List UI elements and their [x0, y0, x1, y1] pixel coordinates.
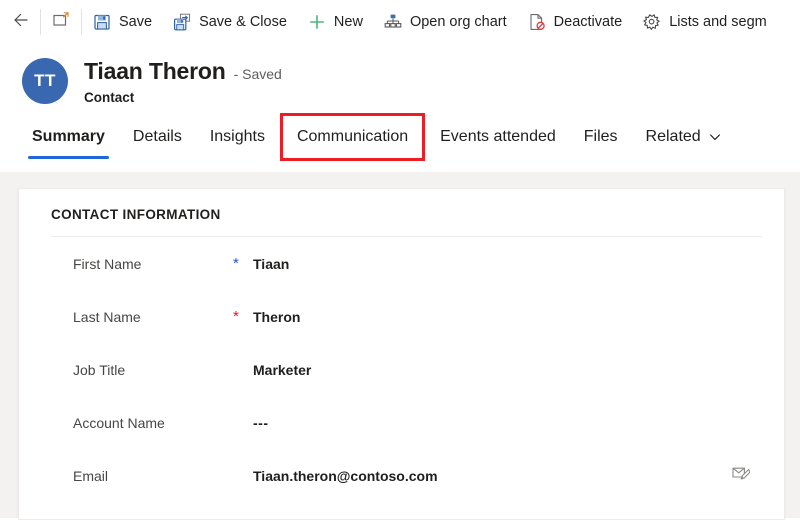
back-arrow-icon	[10, 10, 30, 35]
job-title-label: Job Title	[73, 361, 126, 378]
tab-files[interactable]: Files	[570, 116, 632, 158]
tab-related-label: Related	[645, 128, 701, 145]
save-and-close-button[interactable]: Save & Close	[162, 0, 297, 44]
tab-details-label: Details	[132, 128, 182, 145]
avatar: TT	[22, 58, 68, 104]
account-name-label: Account Name	[73, 414, 165, 431]
tab-bar: Summary Details Insights Communication E…	[0, 113, 800, 172]
open-in-new-window-button[interactable]	[41, 0, 81, 44]
last-name-label: Last Name	[73, 308, 141, 325]
section-title: CONTACT INFORMATION	[51, 207, 221, 222]
tab-files-label: Files	[583, 128, 618, 145]
tab-communication[interactable]: Communication	[279, 113, 426, 161]
page-title: Tiaan Theron	[84, 58, 226, 84]
tab-summary[interactable]: Summary	[18, 116, 119, 159]
email-label: Email	[73, 467, 109, 484]
tab-insights[interactable]: Insights	[196, 116, 279, 158]
command-bar: Save Save & Close New Open org chart Dea…	[0, 0, 800, 45]
lists-and-segments-icon	[642, 12, 662, 32]
field-row-email: Email Tiaan.theron@contoso.com	[35, 449, 762, 502]
entity-type-label: Contact	[84, 90, 135, 105]
deactivate-button-label: Deactivate	[553, 13, 623, 30]
account-name-value[interactable]: ---	[253, 415, 269, 431]
plus-icon	[307, 12, 327, 32]
save-icon	[92, 12, 112, 32]
org-chart-icon	[383, 12, 403, 32]
lists-and-segments-button[interactable]: Lists and segm	[632, 0, 777, 44]
email-value[interactable]: Tiaan.theron@contoso.com	[253, 468, 438, 484]
save-button[interactable]: Save	[82, 0, 162, 44]
compose-email-icon	[732, 465, 751, 486]
first-name-label: First Name	[73, 255, 142, 272]
first-name-value[interactable]: Tiaan	[253, 256, 289, 272]
new-button[interactable]: New	[297, 0, 373, 44]
save-and-close-button-label: Save & Close	[199, 13, 287, 30]
deactivate-button[interactable]: Deactivate	[517, 0, 633, 44]
lists-and-segments-button-label: Lists and segm	[669, 13, 767, 30]
field-row-last-name: Last Name * Theron	[35, 290, 762, 343]
form-body: CONTACT INFORMATION First Name * Tiaan L…	[0, 172, 800, 520]
tab-events-attended-label: Events attended	[440, 128, 556, 145]
job-title-value[interactable]: Marketer	[253, 362, 311, 378]
last-name-required-marker: *	[233, 308, 239, 325]
field-row-account-name: Account Name ---	[35, 396, 762, 449]
field-row-job-title: Job Title Marketer	[35, 343, 762, 396]
record-title-row: Tiaan Theron - Saved	[84, 58, 282, 85]
open-org-chart-button-label: Open org chart	[409, 13, 507, 30]
tab-insights-label: Insights	[209, 128, 265, 145]
save-button-label: Save	[119, 13, 153, 30]
tab-events-attended[interactable]: Events attended	[426, 116, 570, 158]
tab-communication-label: Communication	[296, 128, 409, 145]
tab-related[interactable]: Related	[632, 116, 736, 158]
chevron-down-icon	[708, 130, 722, 144]
open-in-new-window-icon	[51, 10, 71, 35]
first-name-recommended-marker: *	[233, 255, 239, 272]
last-name-value[interactable]: Theron	[253, 309, 300, 325]
new-button-label: New	[333, 13, 363, 30]
tab-summary-label: Summary	[32, 128, 105, 145]
record-header: TT Tiaan Theron - Saved Contact	[0, 44, 800, 116]
save-and-close-icon	[172, 12, 192, 32]
open-org-chart-button[interactable]: Open org chart	[373, 0, 517, 44]
field-row-first-name: First Name * Tiaan	[35, 237, 762, 290]
save-status-text: - Saved	[233, 66, 282, 82]
compose-email-button[interactable]	[730, 465, 752, 487]
back-button[interactable]	[0, 0, 40, 44]
deactivate-icon	[527, 12, 547, 32]
contact-information-card: CONTACT INFORMATION First Name * Tiaan L…	[18, 188, 785, 520]
record-header-text: Tiaan Theron - Saved Contact	[84, 58, 282, 105]
avatar-initials: TT	[34, 71, 56, 90]
tab-details[interactable]: Details	[119, 116, 196, 158]
